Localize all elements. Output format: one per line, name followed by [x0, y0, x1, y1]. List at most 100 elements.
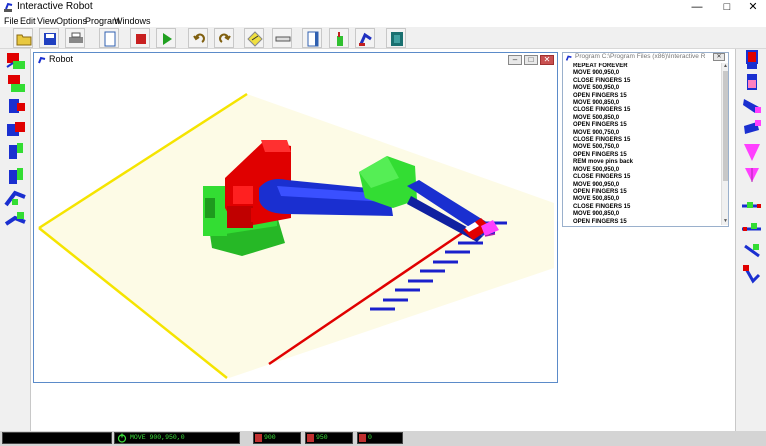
stop-icon [136, 34, 146, 44]
finger-open-icon[interactable] [739, 141, 765, 163]
scroll-up-icon[interactable]: ▲ [722, 63, 729, 70]
robot-window-title: Robot [49, 54, 74, 64]
robot-close-button[interactable]: ✕ [540, 55, 554, 65]
robot-minimize-button[interactable]: – [508, 55, 522, 65]
program-line[interactable]: MOVE 900,950,0 [573, 70, 721, 77]
edit-button[interactable] [244, 28, 264, 48]
menu-windows[interactable]: Windows [114, 15, 151, 27]
open-button[interactable] [13, 28, 33, 48]
robot-3d-view[interactable] [37, 68, 554, 380]
shoulder-up-icon[interactable] [3, 95, 29, 117]
blank-page-icon [104, 31, 116, 47]
program-line[interactable]: OPEN FINGERS 15 [573, 219, 721, 225]
program-scrollbar[interactable]: ▲ ▼ [721, 63, 728, 225]
status-x-panel: 900 [253, 432, 301, 444]
program-window-icon [565, 55, 572, 61]
play-icon [163, 33, 172, 45]
robot-maximize-button[interactable]: □ [524, 55, 538, 65]
finger-close-icon[interactable] [739, 164, 765, 186]
close-button[interactable]: ✕ [738, 0, 766, 15]
program-line[interactable]: MOVE 500,850,0 [573, 115, 721, 122]
scroll-thumb[interactable] [723, 71, 728, 181]
program-line[interactable]: MOVE 500,750,0 [573, 144, 721, 151]
status-command-panel: MOVE 900,950,0 [114, 432, 240, 444]
grip-vertical-icon[interactable] [739, 240, 765, 262]
gripper-button[interactable] [329, 28, 349, 48]
base-rotate-icon[interactable] [3, 49, 29, 71]
power-icon [117, 433, 127, 443]
status-bar: MOVE 900,950,0 900 950 0 [0, 431, 766, 446]
program-line[interactable]: MOVE 500,950,0 [573, 167, 721, 174]
folder-icon [16, 34, 32, 46]
window-title: Interactive Robot [17, 1, 93, 12]
robot-window-icon [38, 56, 46, 64]
x-axis-icon [255, 434, 262, 442]
program-line[interactable]: MOVE 900,950,0 [573, 182, 721, 189]
program-line[interactable]: OPEN FINGERS 15 [573, 122, 721, 129]
program-line[interactable]: CLOSE FINGERS 15 [573, 78, 721, 85]
undo-icon [193, 33, 205, 43]
program-line[interactable]: CLOSE FINGERS 15 [573, 174, 721, 181]
exit-button[interactable] [386, 28, 406, 48]
toolbar [0, 27, 766, 49]
status-z-panel: 0 [357, 432, 403, 444]
robot-app-icon [4, 2, 13, 12]
new-page-button[interactable] [99, 28, 119, 48]
stop-button[interactable] [130, 28, 150, 48]
program-line[interactable]: CLOSE FINGERS 15 [573, 107, 721, 114]
program-line[interactable]: OPEN FINGERS 15 [573, 93, 721, 100]
program-listing[interactable]: REPEAT FOREVER MOVE 900,950,0 CLOSE FINGER… [573, 63, 721, 225]
menu-view[interactable]: View [37, 15, 56, 27]
wrist-right-icon[interactable] [3, 210, 29, 232]
arm-button[interactable] [355, 28, 375, 48]
robot-scene-svg [38, 92, 554, 379]
redo-icon [219, 33, 231, 43]
menu-bar: File Edit View Options Program Windows [0, 15, 766, 27]
robot-window: Robot – □ ✕ [33, 52, 558, 383]
pitch-up-icon[interactable] [739, 118, 765, 140]
bar-icon [275, 36, 291, 42]
menu-file[interactable]: File [4, 15, 19, 27]
base-tilt-icon[interactable] [3, 72, 29, 94]
print-button[interactable] [65, 28, 85, 48]
minimize-button[interactable]: — [682, 0, 712, 15]
robot-front-icon[interactable] [739, 49, 765, 71]
save-button[interactable] [39, 28, 59, 48]
bar-button[interactable] [272, 28, 292, 48]
y-axis-icon [307, 434, 314, 442]
scroll-down-icon[interactable]: ▼ [722, 218, 729, 225]
menu-options[interactable]: Options [56, 15, 87, 27]
program-line[interactable]: REPEAT FOREVER [573, 63, 721, 70]
run-button[interactable] [156, 28, 176, 48]
program-line[interactable]: OPEN FINGERS 15 [573, 152, 721, 159]
robot-window-titlebar: Robot – □ ✕ [34, 53, 557, 67]
note-icon [247, 31, 263, 47]
program-line[interactable]: MOVE 900,750,0 [573, 130, 721, 137]
menu-edit[interactable]: Edit [20, 15, 36, 27]
program-line[interactable]: MOVE 900,850,0 [573, 100, 721, 107]
redo-button[interactable] [214, 28, 234, 48]
wrist-left-icon[interactable] [3, 187, 29, 209]
wrist-rotate-right-icon[interactable] [739, 217, 765, 239]
program-line[interactable]: OPEN FINGERS 15 [573, 189, 721, 196]
program-line[interactable]: REM move pins back [573, 159, 721, 166]
left-tool-palette [0, 49, 31, 435]
program-line[interactable]: MOVE 500,850,0 [573, 196, 721, 203]
program-close-button[interactable]: ✕ [713, 53, 725, 61]
elbow-up-icon[interactable] [3, 141, 29, 163]
grip-reach-icon[interactable] [739, 263, 765, 285]
program-line[interactable]: MOVE 500,950,0 [573, 85, 721, 92]
gripper-icon [337, 32, 343, 46]
program-line[interactable]: MOVE 900,850,0 [573, 211, 721, 218]
program-line[interactable]: CLOSE FINGERS 15 [573, 204, 721, 211]
elbow-down-icon[interactable] [3, 164, 29, 186]
right-tool-palette [735, 49, 766, 435]
panel-icon [307, 31, 319, 47]
panel-button[interactable] [302, 28, 322, 48]
undo-button[interactable] [188, 28, 208, 48]
program-line[interactable]: CLOSE FINGERS 15 [573, 137, 721, 144]
pitch-down-icon[interactable] [739, 95, 765, 117]
wrist-rotate-left-icon[interactable] [739, 194, 765, 216]
robot-side-icon[interactable] [739, 72, 765, 94]
shoulder-down-icon[interactable] [3, 118, 29, 140]
